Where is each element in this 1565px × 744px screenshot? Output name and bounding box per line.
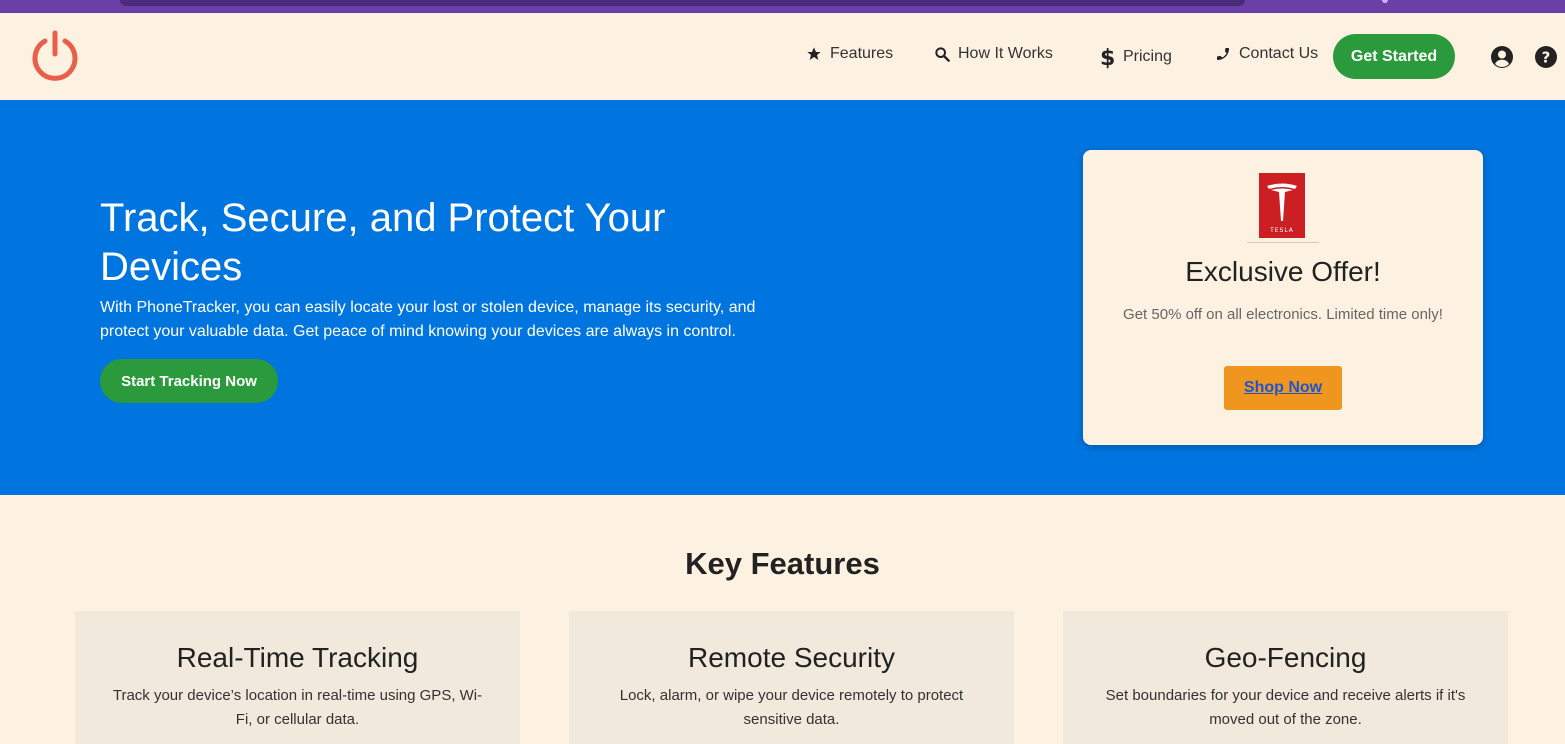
- dollar-icon: $: [1099, 45, 1115, 69]
- get-started-button[interactable]: Get Started: [1333, 34, 1455, 79]
- offer-title: Exclusive Offer!: [1185, 256, 1381, 287]
- feature-card-geo-fencing: Geo-Fencing Set boundaries for your devi…: [1063, 611, 1508, 744]
- shop-now-button[interactable]: Shop Now: [1224, 366, 1342, 410]
- nav-contact-us-label: Contact Us: [1239, 45, 1319, 62]
- nav-pricing-label: Pricing: [1123, 48, 1172, 65]
- tesla-logo-text: TESLA: [1269, 227, 1294, 234]
- hero-title: Track, Secure, and Protect Your Devices: [100, 196, 666, 289]
- feature-description: Set boundaries for your device and recei…: [1105, 687, 1466, 728]
- star-icon: [806, 46, 822, 62]
- browser-indicator: [1382, 0, 1388, 3]
- power-logo-icon[interactable]: [30, 30, 80, 82]
- nav-how-it-works[interactable]: How It Works: [934, 45, 1053, 63]
- user-account-icon[interactable]: [1490, 45, 1514, 69]
- help-icon[interactable]: ?: [1534, 45, 1558, 69]
- nav-features[interactable]: Features: [806, 45, 893, 63]
- key-features-title: Key Features: [685, 546, 880, 581]
- search-icon: [934, 46, 950, 62]
- site-header: Features How It Works $ Pricing Contact …: [0, 13, 1565, 100]
- feature-card-remote-security: Remote Security Lock, alarm, or wipe you…: [569, 611, 1014, 744]
- nav-features-label: Features: [830, 45, 894, 62]
- feature-description: Track your device’s location in real-tim…: [112, 687, 483, 728]
- feature-title: Geo-Fencing: [1204, 642, 1367, 673]
- hero-description: With PhoneTracker, you can easily locate…: [100, 299, 756, 340]
- start-tracking-button[interactable]: Start Tracking Now: [100, 359, 278, 403]
- feature-title: Remote Security: [688, 642, 895, 673]
- exclusive-offer-card: TESLA Exclusive Offer! Get 50% off on al…: [1083, 150, 1483, 445]
- feature-title: Real-Time Tracking: [176, 642, 419, 673]
- tesla-logo: TESLA: [1259, 173, 1305, 238]
- browser-top-strip: [0, 0, 1565, 13]
- nav-how-it-works-label: How It Works: [958, 45, 1053, 62]
- nav-pricing[interactable]: $ Pricing: [1099, 45, 1172, 69]
- feature-card-real-time-tracking: Real-Time Tracking Track your device’s l…: [75, 611, 520, 744]
- svg-text:$: $: [1100, 46, 1115, 69]
- nav-contact-us[interactable]: Contact Us: [1215, 45, 1318, 63]
- phone-icon: [1215, 46, 1231, 62]
- svg-text:?: ?: [1542, 49, 1551, 67]
- feature-description: Lock, alarm, or wipe your device remotel…: [619, 687, 964, 728]
- offer-description: Get 50% off on all electronics. Limited …: [1123, 306, 1443, 323]
- browser-address-bar[interactable]: [120, 0, 1245, 6]
- logo-divider: [1247, 242, 1319, 243]
- hero-section: Track, Secure, and Protect Your Devices …: [0, 100, 1565, 495]
